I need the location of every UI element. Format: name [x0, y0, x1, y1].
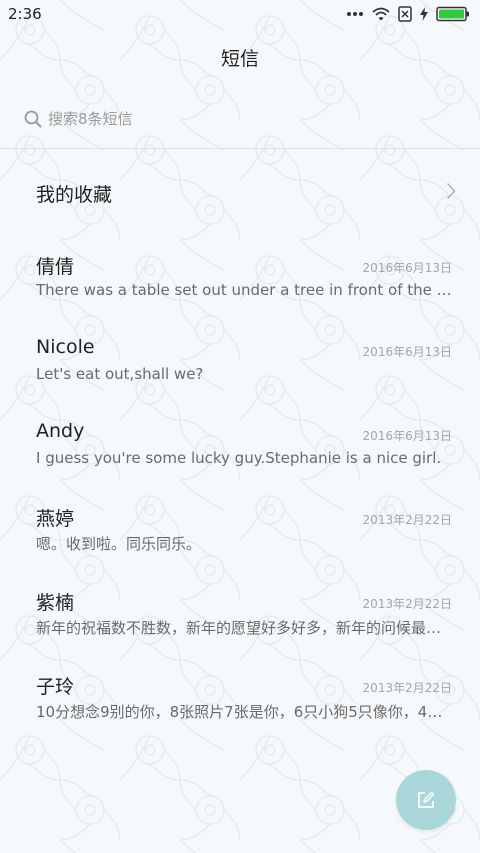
contact-name: 紫楠: [36, 592, 75, 614]
no-sim-icon: [398, 6, 412, 22]
conversation-item[interactable]: 倩倩 2016年6月13日 There was a table set out …: [0, 240, 480, 324]
favorites-label: 我的收藏: [36, 184, 113, 206]
contact-name: 子玲: [36, 676, 75, 698]
divider: [0, 148, 480, 149]
message-date: 2013年2月22日: [362, 681, 452, 695]
contact-name: Nicole: [36, 336, 95, 358]
favorites-row[interactable]: 我的收藏: [0, 160, 480, 224]
message-preview: 10分想念9别的你，8张照片7张是你，6只小狗5只像你，4季每天都想你: [36, 703, 452, 721]
battery-icon: [436, 6, 469, 22]
conversation-item[interactable]: 子玲 2013年2月22日 10分想念9别的你，8张照片7张是你，6只小狗5只像…: [0, 660, 480, 744]
wifi-icon: [372, 7, 390, 21]
message-preview: Let's eat out,shall we?: [36, 365, 204, 383]
message-date: 2013年2月22日: [362, 597, 452, 611]
chevron-right-icon: [446, 182, 456, 200]
message-preview: I guess you're some lucky guy.Stephanie …: [36, 449, 442, 467]
conversation-item[interactable]: Andy 2016年6月13日 I guess you're some luck…: [0, 408, 480, 492]
status-bar: 2:36: [0, 0, 480, 28]
more-dots-icon: [347, 12, 363, 16]
page-title: 短信: [220, 48, 259, 70]
status-time: 2:36: [8, 5, 42, 23]
message-date: 2013年2月22日: [362, 513, 452, 527]
conversation-item[interactable]: Nicole 2016年6月13日 Let's eat out,shall we…: [0, 324, 480, 408]
contact-name: 倩倩: [36, 256, 75, 278]
message-date: 2016年6月13日: [362, 345, 452, 359]
message-preview: 新年的祝福数不胜数，新年的愿望好多好多，新年的问候最真最诚: [36, 619, 452, 637]
message-preview: There was a table set out under a tree i…: [36, 281, 452, 299]
search-input[interactable]: [48, 110, 428, 128]
compose-button[interactable]: [396, 770, 456, 830]
conversation-item[interactable]: 燕婷 2013年2月22日 嗯。收到啦。同乐同乐。: [0, 492, 480, 576]
conversation-list: 倩倩 2016年6月13日 There was a table set out …: [0, 240, 480, 744]
charging-icon: [420, 7, 428, 21]
message-date: 2016年6月13日: [362, 429, 452, 443]
message-preview: 嗯。收到啦。同乐同乐。: [36, 535, 202, 553]
contact-name: 燕婷: [36, 508, 75, 530]
contact-name: Andy: [36, 420, 85, 442]
message-date: 2016年6月13日: [362, 261, 452, 275]
compose-icon: [418, 791, 435, 808]
conversation-item[interactable]: 紫楠 2013年2月22日 新年的祝福数不胜数，新年的愿望好多好多，新年的问候最…: [0, 576, 480, 660]
search-bar[interactable]: [24, 106, 454, 132]
search-icon: [24, 110, 42, 128]
